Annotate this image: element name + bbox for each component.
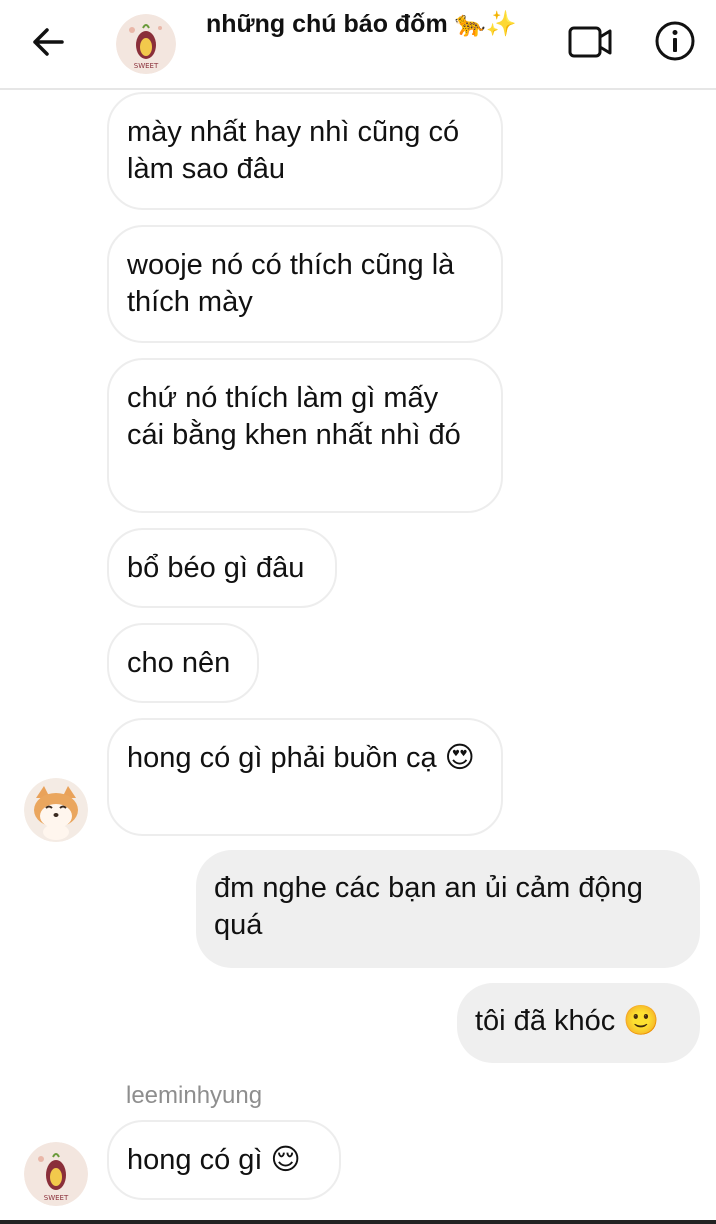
message-bubble-incoming[interactable]: mày nhất hay nhì cũng có làm sao đâu bbox=[107, 92, 503, 210]
message-bubble-incoming[interactable]: hong có gì 😌 bbox=[107, 1120, 341, 1200]
arrow-left-icon bbox=[33, 28, 64, 56]
info-button[interactable] bbox=[652, 18, 698, 64]
message-text: hong có gì 😌 bbox=[127, 1144, 301, 1176]
video-call-icon bbox=[568, 26, 612, 58]
sender-name: leeminhyung bbox=[126, 1082, 263, 1109]
group-avatar[interactable]: SWEET bbox=[116, 14, 176, 74]
shiba-dog-icon bbox=[24, 778, 88, 842]
message-text: đm nghe các bạn an ủi cảm động quá bbox=[214, 872, 643, 941]
message-text: mày nhất hay nhì cũng có làm sao đâu bbox=[127, 116, 460, 185]
message-bubble-incoming[interactable]: chứ nó thích làm gì mấy cái bằng khen nh… bbox=[107, 358, 503, 513]
message-bubble-incoming[interactable]: bổ béo gì đâu bbox=[107, 528, 337, 608]
message-bubble-outgoing[interactable]: tôi đã khóc 🙂 bbox=[457, 983, 700, 1063]
video-call-button[interactable] bbox=[566, 20, 614, 64]
message-text: bổ béo gì đâu bbox=[127, 552, 305, 584]
info-icon bbox=[655, 21, 695, 61]
chat-header: SWEET những chú báo đốm 🐆✨ bbox=[0, 0, 716, 90]
sender-avatar[interactable]: SWEET bbox=[24, 1142, 88, 1206]
back-button[interactable] bbox=[24, 20, 72, 64]
message-bubble-incoming[interactable]: cho nên bbox=[107, 623, 259, 703]
message-bubble-incoming[interactable]: hong có gì phải buồn cạ 😍 bbox=[107, 718, 503, 836]
message-text: wooje nó có thích cũng là thích mày bbox=[127, 249, 455, 318]
bottom-divider bbox=[0, 1220, 716, 1224]
chat-title[interactable]: những chú báo đốm 🐆✨ bbox=[206, 10, 517, 39]
sweet-potato-icon: SWEET bbox=[116, 14, 176, 74]
message-text: tôi đã khóc 🙂 bbox=[475, 1005, 660, 1037]
sender-avatar[interactable] bbox=[24, 778, 88, 842]
avatar-label: SWEET bbox=[134, 62, 159, 70]
message-bubble-incoming[interactable]: wooje nó có thích cũng là thích mày bbox=[107, 225, 503, 343]
message-text: chứ nó thích làm gì mấy cái bằng khen nh… bbox=[127, 382, 461, 451]
avatar-label: SWEET bbox=[44, 1194, 69, 1202]
sweet-potato-icon: SWEET bbox=[24, 1142, 88, 1206]
message-text: hong có gì phải buồn cạ 😍 bbox=[127, 742, 475, 774]
message-text: cho nên bbox=[127, 647, 231, 679]
message-bubble-outgoing[interactable]: đm nghe các bạn an ủi cảm động quá bbox=[196, 850, 700, 968]
